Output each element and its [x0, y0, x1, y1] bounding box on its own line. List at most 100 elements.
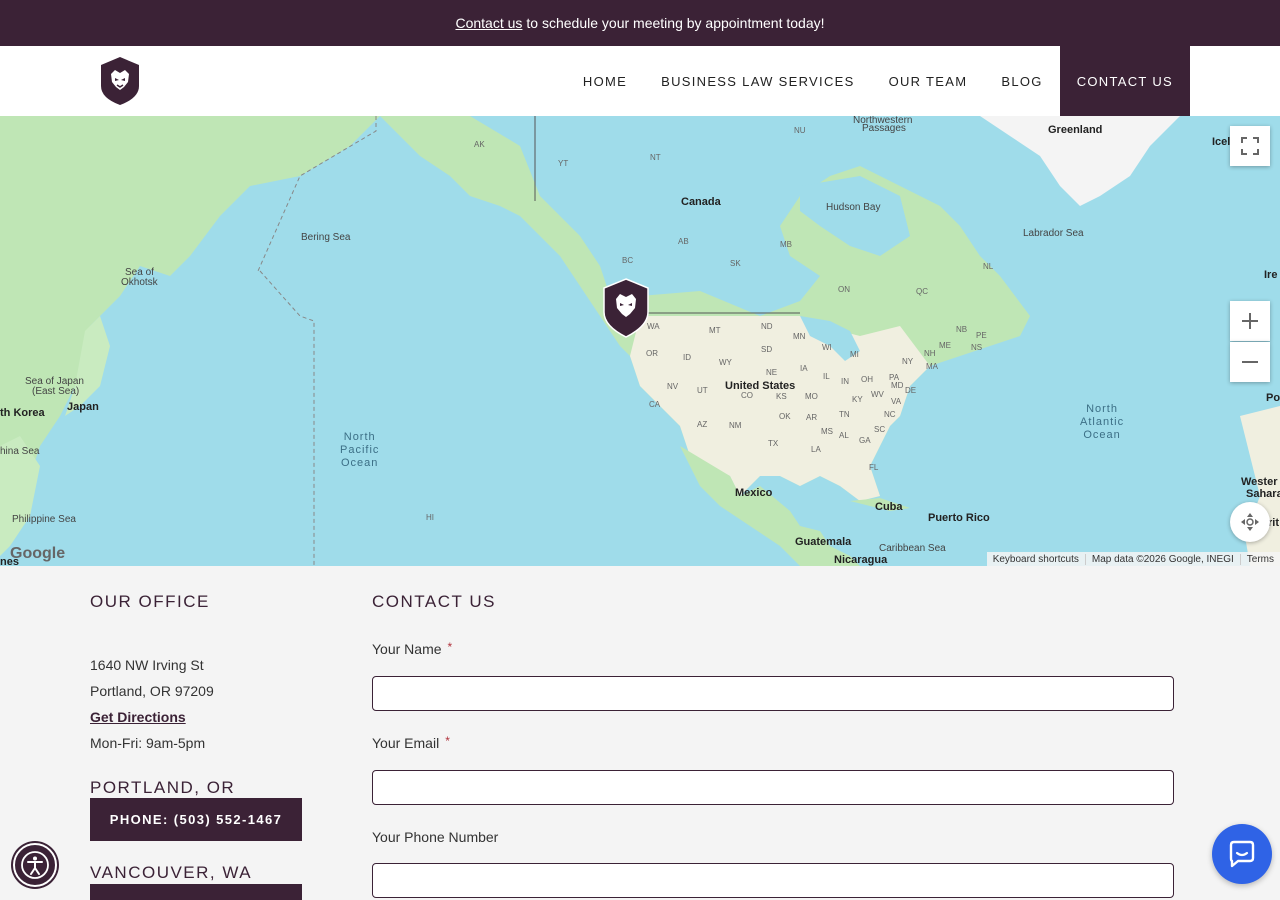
map-label: ID [683, 353, 691, 362]
map-data-attribution: Map data ©2026 Google, INEGI [1084, 553, 1240, 565]
map-label: AL [839, 431, 849, 440]
get-directions-link[interactable]: Get Directions [90, 709, 186, 725]
phone-button-portland[interactable]: PHONE: (503) 552-1467 [90, 798, 302, 841]
location-title-vancouver: VANCOUVER, WA [90, 863, 253, 882]
terms-link[interactable]: Terms [1239, 553, 1280, 565]
map-label: Mexico [735, 487, 773, 499]
logo-shield-icon[interactable] [100, 56, 140, 106]
map-label: NU [794, 126, 806, 135]
map-label: Canada [681, 196, 721, 208]
office-street: 1640 NW Irving St [90, 657, 204, 673]
map-label: Bering Sea [301, 232, 351, 243]
map-label: Labrador Sea [1023, 228, 1084, 239]
map-label: MN [793, 332, 806, 341]
accessibility-icon [21, 851, 49, 879]
office-map[interactable]: Greenland Canada United States Mexico Cu… [0, 116, 1280, 566]
office-hours: Mon-Fri: 9am-5pm [90, 735, 206, 751]
map-label: OR [646, 349, 658, 358]
map-label: NC [884, 410, 896, 419]
office-address: 1640 NW Irving St Portland, OR 97209 Get… [90, 652, 214, 756]
map-label: North Pacific Ocean [340, 431, 380, 469]
office-location-pin-icon[interactable] [603, 278, 649, 338]
map-label: KY [852, 395, 863, 404]
map-label: NS [971, 343, 983, 352]
map-label: United States [725, 380, 796, 392]
map-label: MS [821, 427, 833, 436]
map-label: th Korea [0, 407, 45, 419]
map-label: ND [761, 322, 773, 331]
fullscreen-button[interactable] [1230, 126, 1270, 166]
camera-control-button[interactable] [1230, 502, 1270, 542]
nav-contact-us[interactable]: CONTACT US [1059, 46, 1190, 116]
map-label: NM [729, 421, 742, 430]
map-label: OK [779, 412, 791, 421]
map-label: North Atlantic Ocean [1080, 403, 1125, 441]
nav-our-team[interactable]: OUR TEAM [872, 46, 985, 116]
map-label: SK [730, 259, 741, 268]
map-label: YT [558, 159, 569, 168]
nav-home[interactable]: HOME [566, 46, 644, 116]
map-label: Okhotsk [121, 277, 158, 288]
map-label: CO [741, 391, 753, 400]
map-label: OH [861, 375, 873, 384]
map-base [0, 116, 1280, 566]
location-title-portland: PORTLAND, OR [90, 778, 236, 797]
map-label: IA [800, 364, 808, 373]
map-label: UT [697, 386, 708, 395]
contact-us-link[interactable]: Contact us [455, 15, 522, 31]
live-chat-button[interactable] [1212, 824, 1272, 884]
map-label: HI [426, 513, 434, 522]
google-logo: Google [10, 545, 66, 562]
keyboard-shortcuts-link[interactable]: Keyboard shortcuts [987, 554, 1085, 565]
map-label: PE [976, 331, 987, 340]
map-label: WV [871, 390, 884, 399]
contact-form-title: CONTACT US [372, 592, 496, 611]
office-info: OUR OFFICE 1640 NW Irving St Portland, O… [90, 592, 350, 900]
map-label: MI [850, 350, 859, 359]
map-label: IN [841, 377, 849, 386]
map-label: TX [768, 439, 779, 448]
map-label: CA [649, 400, 661, 409]
zoom-out-button[interactable] [1230, 342, 1270, 382]
name-input[interactable] [372, 676, 1174, 711]
map-label: MD [891, 381, 904, 390]
nav-blog[interactable]: BLOG [984, 46, 1059, 116]
map-label: SD [761, 345, 773, 354]
map-label: NY [902, 357, 914, 366]
map-label: MB [780, 240, 792, 249]
map-label: Japan [67, 401, 99, 413]
map-label: ME [939, 341, 951, 350]
zoom-in-button[interactable] [1230, 301, 1270, 341]
map-label: (East Sea) [32, 386, 80, 397]
accessibility-button[interactable] [13, 843, 57, 887]
map-label: KS [776, 392, 787, 401]
map-label: Philippine Sea [12, 514, 76, 525]
office-title: OUR OFFICE [90, 592, 210, 611]
map-label: WI [822, 343, 832, 352]
announcement-bar: Contact us to schedule your meeting by a… [0, 0, 1280, 46]
office-city: Portland, OR 97209 [90, 683, 214, 699]
map-label: NL [983, 262, 994, 271]
map-label: QC [916, 287, 928, 296]
phone-button-vancouver[interactable] [90, 884, 302, 900]
move-arrows-icon [1241, 513, 1259, 531]
nav-business-law-services[interactable]: BUSINESS LAW SERVICES [644, 46, 871, 116]
map-label: SC [874, 425, 886, 434]
map-label: GA [859, 436, 871, 445]
map-label: AR [806, 413, 818, 422]
map-label: Caribbean Sea [879, 543, 946, 554]
map-label: LA [811, 445, 821, 454]
phone-input[interactable] [372, 863, 1174, 898]
map-label: DE [905, 386, 917, 395]
contact-form: CONTACT US Your Name * Your Email * Your P… [372, 592, 1174, 898]
map-label: NE [766, 368, 778, 377]
map-label: VA [891, 397, 902, 406]
email-label: Your Email * [372, 734, 450, 751]
map-label: Greenland [1048, 124, 1103, 136]
map-label: FL [869, 463, 879, 472]
site-header: HOME BUSINESS LAW SERVICES OUR TEAM BLOG… [0, 46, 1280, 116]
map-label: TN [839, 410, 850, 419]
phone-label: Your Phone Number [372, 829, 499, 845]
map-label: Sahara [1246, 488, 1280, 500]
email-input[interactable] [372, 770, 1174, 805]
